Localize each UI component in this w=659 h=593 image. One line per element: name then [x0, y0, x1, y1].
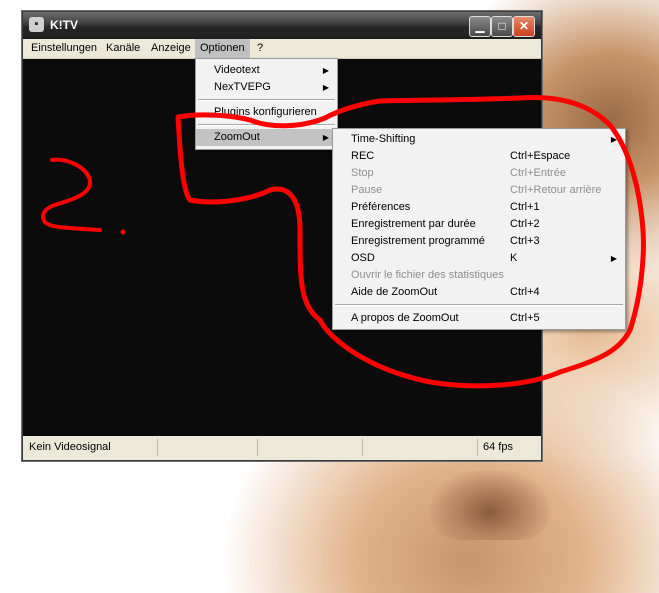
annotation-numeral-two — [41, 157, 102, 232]
red-annotation-overlay — [41, 95, 646, 389]
annotation-dot — [120, 229, 126, 235]
annotation-loop — [175, 95, 646, 389]
